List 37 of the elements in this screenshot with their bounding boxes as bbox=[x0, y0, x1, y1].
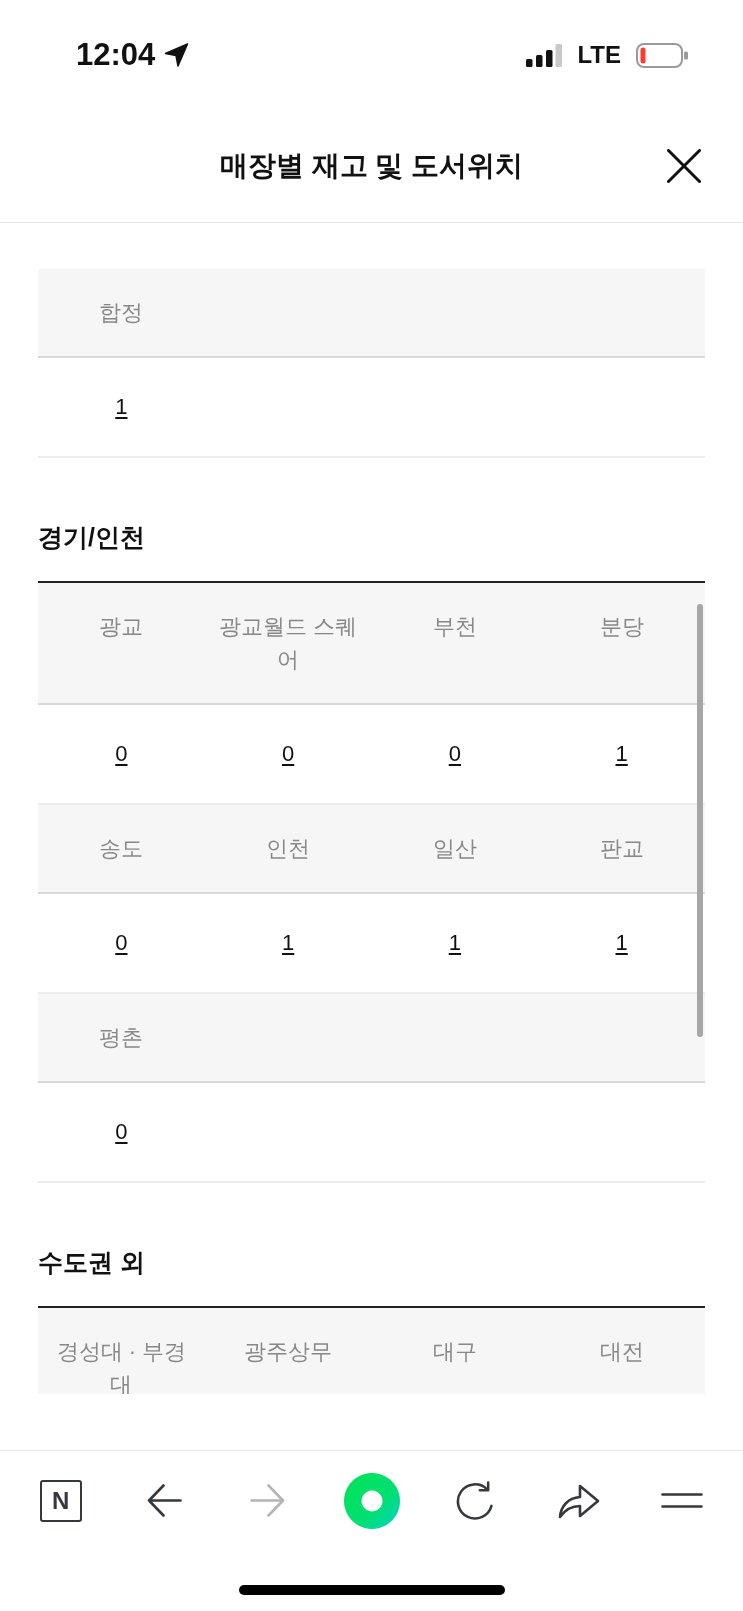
close-icon[interactable] bbox=[667, 149, 701, 183]
store-name: 일산 bbox=[432, 836, 477, 861]
reload-icon[interactable] bbox=[455, 1481, 496, 1520]
store-name: 인천 bbox=[266, 836, 311, 861]
stock-count-link[interactable]: 1 bbox=[615, 741, 628, 766]
store-name: 송도 bbox=[99, 836, 144, 861]
store-name: 분당 bbox=[599, 614, 644, 639]
logo-button[interactable]: N bbox=[39, 1479, 82, 1522]
stock-count-link[interactable]: 0 bbox=[115, 930, 128, 955]
battery-icon bbox=[636, 42, 688, 68]
stock-count-link[interactable]: 1 bbox=[615, 930, 628, 955]
store-name: 판교 bbox=[599, 836, 644, 861]
store-name: 평촌 bbox=[99, 1025, 144, 1050]
store-name: 광교월드 스퀘어 bbox=[219, 614, 358, 672]
stock-count-link[interactable]: 0 bbox=[115, 741, 128, 766]
stock-count-link[interactable]: 0 bbox=[115, 1119, 128, 1144]
page-title: 매장별 재고 및 도서위치 bbox=[219, 149, 524, 183]
stock-count-link[interactable]: 1 bbox=[448, 930, 461, 955]
back-arrow-icon[interactable] bbox=[146, 1484, 182, 1517]
store-name: 대전 bbox=[599, 1339, 644, 1364]
store-name: 부천 bbox=[432, 614, 477, 639]
store-name: 대구 bbox=[432, 1339, 477, 1364]
stock-count-link[interactable]: 1 bbox=[115, 394, 128, 419]
share-icon[interactable] bbox=[557, 1482, 600, 1519]
clock-time: 12:04 bbox=[76, 37, 156, 73]
store-name: 합정 bbox=[99, 300, 144, 325]
menu-icon[interactable] bbox=[661, 1493, 704, 1508]
stock-count-link[interactable]: 0 bbox=[448, 741, 461, 766]
stock-count-link[interactable]: 1 bbox=[282, 930, 295, 955]
signal-icon bbox=[526, 43, 563, 67]
section-title: 경기/인천 bbox=[38, 522, 146, 552]
section-title: 수도권 외 bbox=[38, 1247, 146, 1277]
store-name: 광주상무 bbox=[244, 1339, 333, 1364]
network-type: LTE bbox=[577, 41, 621, 69]
store-name: 광교 bbox=[99, 614, 144, 639]
location-arrow-icon bbox=[164, 43, 190, 67]
stock-count-link[interactable]: 0 bbox=[282, 741, 295, 766]
